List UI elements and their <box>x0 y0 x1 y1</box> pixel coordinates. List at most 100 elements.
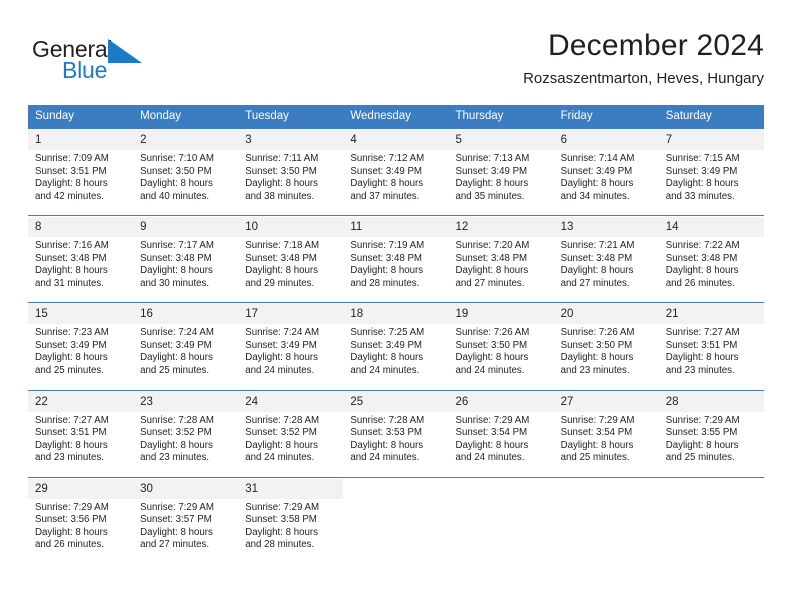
day-sunset-text: Sunset: 3:58 PM <box>245 514 317 526</box>
day-daylight-text: and 35 minutes. <box>455 190 525 202</box>
day-daylight-text: and 27 minutes. <box>140 539 210 551</box>
day-cell: Sunrise: 7:22 AM Sunset: 3:48 PM Daylight:… <box>658 237 764 303</box>
day-number[interactable]: 12 <box>448 217 554 238</box>
day-number[interactable]: 25 <box>343 391 449 412</box>
day-sunset-text: Sunset: 3:57 PM <box>140 514 212 526</box>
day-number[interactable]: 10 <box>238 217 344 238</box>
day-daylight-text: Daylight: 8 hours <box>245 265 318 277</box>
day-sunset-text: Sunset: 3:52 PM <box>140 427 212 439</box>
day-cell: Sunrise: 7:18 AM Sunset: 3:48 PM Daylight:… <box>238 237 344 303</box>
day-daylight-text: and 27 minutes. <box>560 277 630 289</box>
day-cell: Sunrise: 7:27 AM Sunset: 3:51 PM Daylight:… <box>28 411 134 478</box>
day-sunset-text: Sunset: 3:52 PM <box>245 427 317 439</box>
day-number[interactable]: 11 <box>343 217 449 238</box>
day-daylight-text: and 25 minutes. <box>665 452 735 464</box>
day-number[interactable]: 29 <box>28 478 134 499</box>
day-number[interactable]: 28 <box>658 391 764 412</box>
day-sunset-text: Sunset: 3:50 PM <box>455 339 528 351</box>
day-sunset-text: Sunset: 3:51 PM <box>35 427 107 439</box>
day-number[interactable]: 8 <box>28 217 134 238</box>
day-number[interactable]: 16 <box>133 304 239 325</box>
day-number[interactable]: 24 <box>238 391 344 412</box>
day-sunrise-text: Sunrise: 7:27 AM <box>665 327 740 339</box>
day-sunrise-text: Sunrise: 7:26 AM <box>455 327 530 339</box>
day-daylight-text: and 30 minutes. <box>140 277 210 289</box>
day-daylight-text: and 38 minutes. <box>245 190 315 202</box>
day-number[interactable]: 7 <box>658 130 764 150</box>
day-daylight-text: and 24 minutes. <box>245 452 315 464</box>
day-daylight-text: Daylight: 8 hours <box>245 178 318 190</box>
day-cell: Sunrise: 7:17 AM Sunset: 3:48 PM Daylight:… <box>133 237 239 303</box>
day-number[interactable]: 4 <box>343 130 449 150</box>
day-sunset-text: Sunset: 3:54 PM <box>560 427 633 439</box>
day-cell <box>658 498 764 564</box>
day-daylight-text: Daylight: 8 hours <box>455 439 529 451</box>
day-number[interactable]: 22 <box>28 391 134 412</box>
day-sunrise-text: Sunrise: 7:09 AM <box>35 153 109 164</box>
day-sunrise-text: Sunrise: 7:29 AM <box>140 501 214 513</box>
day-daylight-text: Daylight: 8 hours <box>350 178 424 190</box>
day-sunset-text: Sunset: 3:51 PM <box>35 165 107 177</box>
day-cell: Sunrise: 7:09 AM Sunset: 3:51 PM Daylight:… <box>28 150 134 216</box>
day-cell: Sunrise: 7:29 AM Sunset: 3:56 PM Daylight:… <box>28 498 134 564</box>
week-info-row: Sunrise: 7:09 AM Sunset: 3:51 PM Daylight:… <box>28 150 764 216</box>
general-blue-logo[interactable]: General Blue <box>32 36 232 92</box>
weekday-header-tuesday: Tuesday <box>238 105 344 129</box>
day-daylight-text: Daylight: 8 hours <box>350 265 424 277</box>
day-daylight-text: and 24 minutes. <box>350 365 420 377</box>
day-cell: Sunrise: 7:29 AM Sunset: 3:55 PM Daylight:… <box>658 411 764 478</box>
day-number[interactable]: 3 <box>238 130 344 150</box>
day-daylight-text: Daylight: 8 hours <box>455 265 529 277</box>
day-number[interactable]: 14 <box>658 217 764 238</box>
day-sunset-text: Sunset: 3:48 PM <box>245 252 317 264</box>
day-cell: Sunrise: 7:21 AM Sunset: 3:48 PM Daylight:… <box>553 237 659 303</box>
week-info-row: Sunrise: 7:16 AM Sunset: 3:48 PM Daylight:… <box>28 237 764 303</box>
day-number[interactable]: 2 <box>133 130 239 150</box>
day-number[interactable]: 30 <box>133 478 239 499</box>
weekday-header-friday: Friday <box>553 105 659 129</box>
day-number[interactable]: 23 <box>133 391 239 412</box>
day-number[interactable]: 1 <box>28 130 134 150</box>
day-daylight-text: and 24 minutes. <box>455 452 525 464</box>
day-cell: Sunrise: 7:28 AM Sunset: 3:52 PM Daylight:… <box>238 411 344 478</box>
day-sunset-text: Sunset: 3:48 PM <box>350 252 422 264</box>
day-number[interactable]: 27 <box>553 391 659 412</box>
weekday-header-sunday: Sunday <box>28 105 134 129</box>
day-number[interactable]: 15 <box>28 304 134 325</box>
day-number[interactable]: 18 <box>343 304 449 325</box>
day-number[interactable]: 31 <box>238 478 344 499</box>
day-number[interactable]: 9 <box>133 217 239 238</box>
day-sunrise-text: Sunrise: 7:29 AM <box>455 414 530 426</box>
day-daylight-text: and 34 minutes. <box>560 190 630 202</box>
day-number[interactable]: 13 <box>553 217 659 238</box>
day-daylight-text: Daylight: 8 hours <box>665 352 739 364</box>
day-sunset-text: Sunset: 3:49 PM <box>560 165 633 177</box>
day-sunrise-text: Sunrise: 7:28 AM <box>245 414 320 426</box>
day-number[interactable]: 21 <box>658 304 764 325</box>
week-info-row: Sunrise: 7:23 AM Sunset: 3:49 PM Daylight:… <box>28 324 764 391</box>
day-cell <box>343 498 449 564</box>
day-daylight-text: and 23 minutes. <box>560 365 630 377</box>
day-cell: Sunrise: 7:10 AM Sunset: 3:50 PM Daylight:… <box>133 150 239 216</box>
day-number[interactable]: 20 <box>553 304 659 325</box>
day-number[interactable]: 19 <box>448 304 554 325</box>
day-cell: Sunrise: 7:29 AM Sunset: 3:54 PM Daylight:… <box>448 411 554 478</box>
day-daylight-text: Daylight: 8 hours <box>350 352 424 364</box>
day-sunset-text: Sunset: 3:51 PM <box>665 339 738 351</box>
day-number[interactable]: 5 <box>448 130 554 150</box>
day-daylight-text: and 23 minutes. <box>35 452 104 464</box>
day-cell: Sunrise: 7:26 AM Sunset: 3:50 PM Daylight:… <box>448 324 554 391</box>
calendar-page: General Blue December 2024 Rozsaszentmar… <box>0 0 792 612</box>
day-sunrise-text: Sunrise: 7:11 AM <box>245 153 319 164</box>
day-cell: Sunrise: 7:13 AM Sunset: 3:49 PM Daylight:… <box>448 150 554 216</box>
day-sunrise-text: Sunrise: 7:28 AM <box>140 414 214 426</box>
day-sunrise-text: Sunrise: 7:29 AM <box>35 501 109 513</box>
day-number[interactable]: 26 <box>448 391 554 412</box>
day-number[interactable]: 17 <box>238 304 344 325</box>
day-sunset-text: Sunset: 3:49 PM <box>35 339 107 351</box>
day-number[interactable]: 6 <box>553 130 659 150</box>
day-sunset-text: Sunset: 3:48 PM <box>560 252 633 264</box>
day-daylight-text: Daylight: 8 hours <box>140 526 213 538</box>
page-title: December 2024 <box>547 29 764 62</box>
day-daylight-text: Daylight: 8 hours <box>35 526 108 538</box>
